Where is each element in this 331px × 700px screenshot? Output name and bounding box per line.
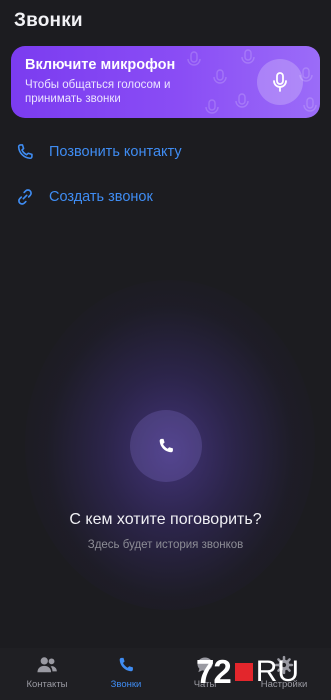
phone-icon — [119, 657, 133, 672]
link-icon — [18, 189, 32, 205]
empty-state-call-icon — [130, 410, 202, 482]
banner-subtitle: Чтобы общаться голосом и принимать звонк… — [25, 79, 171, 105]
call-contact-button[interactable]: Позвонить контакту — [14, 138, 182, 166]
microphone-icon — [273, 72, 287, 92]
tab-contacts-label: Контакты — [26, 679, 68, 690]
empty-state-subtitle: Здесь будет история звонков — [87, 539, 244, 551]
enable-microphone-banner[interactable]: Включите микрофон Чтобы общаться голосом… — [11, 46, 320, 118]
calls-screen: Звонки Включите микрофон Чтобы общаться … — [0, 0, 331, 700]
microphone-button[interactable] — [257, 59, 303, 105]
empty-state-title: С кем хотите поговорить? — [69, 511, 262, 528]
contacts-icon — [37, 657, 57, 673]
banner-title: Включите микрофон — [25, 57, 176, 73]
watermark-text: RU — [255, 655, 300, 688]
call-contact-label: Позвонить контакту — [49, 144, 182, 160]
site-watermark: 72 RU — [196, 652, 299, 692]
watermark-red-square — [234, 663, 253, 681]
tab-contacts[interactable]: Контакты — [12, 654, 82, 696]
page-title: Звонки — [14, 10, 83, 31]
watermark-number: 72 — [196, 653, 232, 690]
create-call-button[interactable]: Создать звонок — [14, 183, 153, 211]
tab-calls-label: Звонки — [110, 679, 142, 690]
tab-calls[interactable]: Звонки — [91, 654, 161, 696]
phone-icon — [159, 438, 173, 453]
create-call-label: Создать звонок — [49, 189, 153, 205]
phone-icon — [17, 144, 33, 160]
